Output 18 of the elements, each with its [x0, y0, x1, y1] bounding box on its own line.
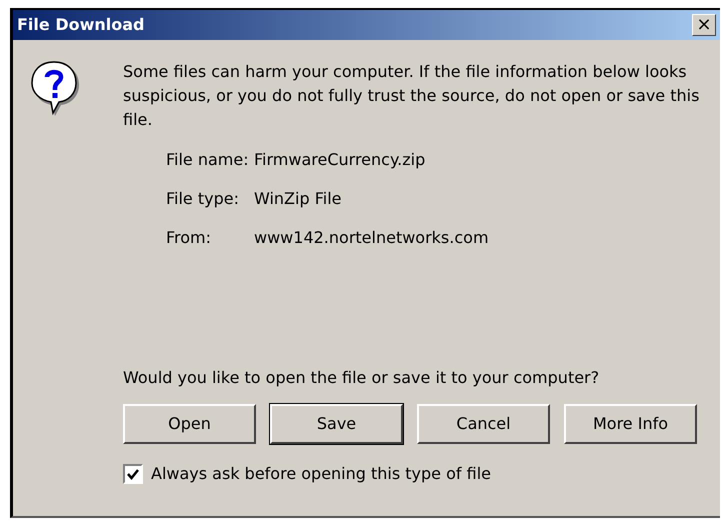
- question-icon: [31, 60, 81, 118]
- field-value: FirmwareCurrency.zip: [254, 149, 426, 171]
- check-icon: [126, 467, 140, 481]
- field-label: File type:: [166, 188, 240, 210]
- field-label: File name:: [166, 149, 250, 171]
- window-title: File Download: [17, 14, 144, 36]
- dialog-button[interactable]: Open: [123, 404, 256, 444]
- warning-message: Some files can harm your computer. If the file information below looks suspicious, or you do not fully trust the source, do not open or save this file.: [123, 61, 700, 131]
- field-value: www142.nortelnetworks.com: [254, 227, 490, 249]
- field-label: From:: [166, 227, 212, 249]
- dialog-button[interactable]: Cancel: [417, 404, 550, 444]
- question-text: Would you like to open the file or save it to your computer?: [123, 367, 600, 389]
- checkbox-label: Always ask before opening this type of file: [151, 463, 491, 485]
- field-value: WinZip File: [254, 188, 342, 210]
- dialog-button[interactable]: Save: [270, 404, 403, 444]
- dialog-button[interactable]: More Info: [564, 404, 697, 444]
- checkbox[interactable]: [123, 464, 143, 484]
- close-button[interactable]: ×: [692, 14, 716, 36]
